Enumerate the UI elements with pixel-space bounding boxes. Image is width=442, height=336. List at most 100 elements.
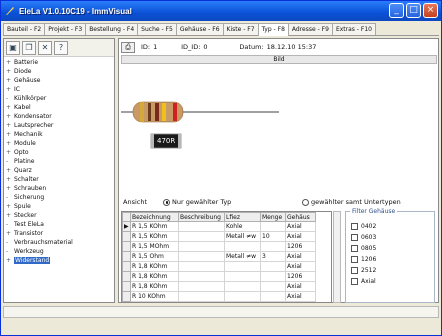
tab-projekt[interactable]: Projekt - F3 [44,23,87,35]
current-row-indicator[interactable]: ▶ [122,221,131,232]
table-cell[interactable] [260,241,286,252]
row-header[interactable] [122,301,131,302]
tab-bauteil[interactable]: Bauteil - F2 [3,23,46,35]
filter-item[interactable]: 2512 [351,266,376,275]
filter-checkbox[interactable] [351,234,358,241]
tree-item[interactable]: + Kondensator [6,112,112,121]
table-cell[interactable] [224,241,261,252]
print-icon[interactable]: ⎙ [121,41,135,53]
radio-only-selected[interactable] [163,198,170,206]
filter-checkbox[interactable] [351,245,358,252]
help-icon[interactable]: ? [54,41,68,55]
expand-icon[interactable]: + [6,148,14,157]
table-cell[interactable]: Axial [285,251,316,262]
table-cell[interactable]: Axial [285,231,316,242]
table-row[interactable]: R 10 KOhm 0603 [122,301,316,302]
column-header[interactable]: Bezeichnung [130,212,179,222]
tree-item[interactable]: + Kabel [6,103,112,112]
table-row[interactable]: R 1,8 KOhm 1206 [122,271,316,282]
table-cell[interactable] [224,291,261,302]
tree-item[interactable]: - Test EleLa [6,220,112,229]
tree-item[interactable]: + Lautsprecher [6,121,112,130]
table-cell[interactable] [178,281,225,292]
table-cell[interactable]: Axial [285,291,316,302]
expand-icon[interactable]: + [6,76,14,85]
close-button[interactable]: × [423,3,438,18]
table-cell[interactable] [178,221,225,232]
filter-checkbox[interactable] [351,223,358,230]
table-cell[interactable] [224,301,261,302]
tree-item[interactable]: + IC [6,85,112,94]
row-header[interactable] [122,251,131,262]
table-cell[interactable] [178,271,225,282]
table-cell[interactable] [260,281,286,292]
expand-icon[interactable]: + [6,139,14,148]
radio-with-subtypes[interactable] [302,198,309,206]
table-cell[interactable]: R 1,8 KOhm [130,271,179,282]
tab-gehaeuse[interactable]: Gehäuse - F6 [175,23,224,35]
filter-checkbox[interactable] [351,256,358,263]
row-header[interactable] [122,291,131,302]
tree-item[interactable]: + Module [6,139,112,148]
maximize-button[interactable]: □ [406,3,421,18]
expand-icon[interactable]: + [6,211,14,220]
expand-icon[interactable]: + [6,121,14,130]
table-cell[interactable]: 1206 [285,241,316,252]
table-cell[interactable]: R 1,8 KOhm [130,261,179,272]
row-header[interactable] [122,261,131,272]
tree-item[interactable]: + Diode [6,67,112,76]
tree-item[interactable]: + Transistor [6,229,112,238]
tab-typ[interactable]: Typ - F8 [257,23,289,36]
table-row[interactable]: R 1,8 KOhm Axial [122,281,316,292]
table-cell[interactable]: R 1,5 Ohm [130,251,179,262]
column-header[interactable]: Gehäus [285,212,316,222]
expand-icon[interactable]: + [6,175,14,184]
leaf-icon[interactable]: - [6,94,14,103]
table-cell[interactable]: Metall ≠w [224,251,261,262]
filter-item[interactable]: 1206 [351,255,376,264]
table-cell[interactable]: 3 [260,251,286,262]
filter-item[interactable]: 0402 [351,222,376,231]
leaf-icon[interactable]: - [6,238,14,247]
table-cell[interactable]: 1206 [285,271,316,282]
expand-icon[interactable]: + [6,256,14,265]
table-cell[interactable] [178,231,225,242]
table-cell[interactable]: Axial [285,261,316,272]
expand-icon[interactable]: + [6,103,14,112]
table-row[interactable]: R 1,5 KOhm Metall ≠w 10 Axial [122,231,316,242]
table-cell[interactable]: Axial [285,221,316,232]
copy-type-icon[interactable]: ❐ [22,41,36,55]
table-cell[interactable] [178,261,225,272]
tree-item[interactable]: - Kühlkörper [6,94,112,103]
table-cell[interactable]: 0603 [285,301,316,302]
table-cell[interactable]: R 10 KOhm [130,291,179,302]
tab-adresse[interactable]: Adresse - F9 [287,23,333,35]
row-header[interactable] [122,271,131,282]
table-row[interactable]: R 1,8 KOhm Axial [122,261,316,272]
row-header[interactable] [122,241,131,252]
leaf-icon[interactable]: - [6,247,14,256]
filter-item[interactable]: 0805 [351,244,376,253]
tab-bestellung[interactable]: Bestellung - F4 [85,23,139,35]
tab-extras[interactable]: Extras - F10 [331,23,376,35]
expand-icon[interactable]: + [6,184,14,193]
table-cell[interactable] [178,251,225,262]
expand-icon[interactable]: + [6,130,14,139]
tree-item[interactable]: + Quarz [6,166,112,175]
tab-suche[interactable]: Suche - F5 [137,23,177,35]
table-cell[interactable]: R 1,8 KOhm [130,281,179,292]
tree-item[interactable]: + Batterie [6,58,112,67]
table-cell[interactable] [178,241,225,252]
table-cell[interactable] [260,271,286,282]
table-row[interactable]: R 1,5 Ohm Metall ≠w 3 Axial [122,251,316,262]
table-row[interactable]: R 10 KOhm Axial [122,291,316,302]
table-cell[interactable]: R 1,5 KOhm [130,231,179,242]
tree-item[interactable]: + Stecker [6,211,112,220]
expand-icon[interactable]: + [6,202,14,211]
expand-icon[interactable]: + [6,58,14,67]
table-cell[interactable] [260,261,286,272]
tree-item[interactable]: + Schrauben [6,184,112,193]
expand-icon[interactable]: + [6,229,14,238]
table-cell[interactable] [178,291,225,302]
leaf-icon[interactable]: - [6,220,14,229]
